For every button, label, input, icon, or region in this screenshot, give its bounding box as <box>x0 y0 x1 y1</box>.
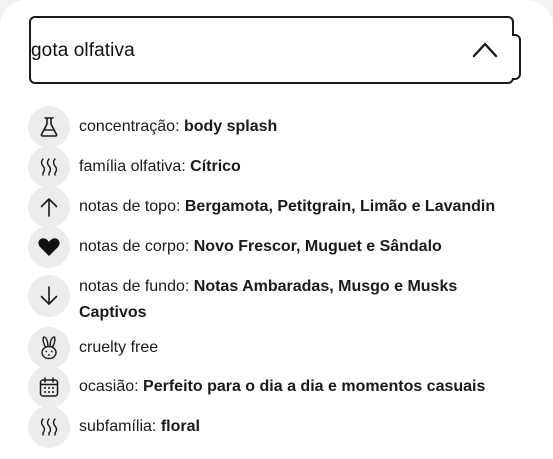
attribute-label: cruelty free <box>79 339 159 356</box>
attribute-text: cruelty free <box>79 327 534 361</box>
attribute-value: floral <box>160 418 200 435</box>
attribute-text: subfamília: floral <box>79 406 534 440</box>
list-item-cruelty-free: cruelty free <box>28 327 534 369</box>
accordion-title: gota olfativa <box>31 40 135 61</box>
scent-waves-icon <box>28 146 70 188</box>
attribute-label: notas de topo <box>79 198 176 215</box>
attribute-label: família olfativa <box>79 158 182 175</box>
bunny-icon <box>28 327 70 369</box>
attribute-value: Perfeito para o dia a dia e momentos cas… <box>143 378 486 395</box>
list-item-notas-de-fundo: notas de fundo: Notas Ambaradas, Musgo e… <box>28 266 519 326</box>
heart-icon <box>28 226 70 268</box>
product-details-card: gota olfativa concentração: body splash <box>0 0 553 459</box>
attribute-text: família olfativa: Cítrico <box>79 146 534 180</box>
list-item-notas-de-topo: notas de topo: Bergamota, Petitgrain, Li… <box>28 186 534 228</box>
arrow-down-icon <box>28 275 70 317</box>
attribute-label: subfamília <box>79 418 152 435</box>
header-border-tab <box>512 34 521 80</box>
attribute-value: body splash <box>183 118 278 135</box>
attribute-label: concentração <box>79 118 176 135</box>
attribute-separator: : <box>181 158 191 175</box>
arrow-up-icon <box>28 186 70 228</box>
chevron-up-icon[interactable] <box>471 39 499 59</box>
attribute-text: notas de fundo: Notas Ambaradas, Musgo e… <box>79 266 519 326</box>
attribute-separator: : <box>184 278 194 295</box>
attribute-text: concentração: body splash <box>79 106 534 140</box>
attribute-label: ocasião <box>79 378 135 395</box>
scent-waves-icon <box>28 406 70 448</box>
attribute-separator: : <box>134 378 144 395</box>
attribute-value: Novo Frescor, Muguet e Sândalo <box>193 238 442 255</box>
flask-icon <box>28 106 70 148</box>
list-item-concentracao: concentração: body splash <box>28 106 534 148</box>
attribute-text: ocasião: Perfeito para o dia a dia e mom… <box>79 366 534 400</box>
attribute-separator: : <box>175 198 185 215</box>
list-item-familia-olfativa: família olfativa: Cítrico <box>28 146 534 188</box>
attribute-separator: : <box>175 118 184 135</box>
attribute-separator: : <box>184 238 194 255</box>
list-item-subfamilia: subfamília: floral <box>28 406 534 448</box>
attribute-text: notas de topo: Bergamota, Petitgrain, Li… <box>79 186 534 220</box>
attribute-text: notas de corpo: Novo Frescor, Muguet e S… <box>79 226 534 260</box>
list-item-notas-de-corpo: notas de corpo: Novo Frescor, Muguet e S… <box>28 226 534 268</box>
calendar-icon <box>28 366 70 408</box>
attribute-value: Cítrico <box>190 158 241 175</box>
attribute-separator: : <box>151 418 161 435</box>
list-item-ocasiao: ocasião: Perfeito para o dia a dia e mom… <box>28 366 534 408</box>
accordion-header-gota-olfativa[interactable]: gota olfativa <box>29 16 521 84</box>
attribute-label: notas de corpo <box>79 238 185 255</box>
attribute-value: Bergamota, Petitgrain, Limão e Lavandin <box>184 198 496 215</box>
attribute-label: notas de fundo <box>79 278 185 295</box>
